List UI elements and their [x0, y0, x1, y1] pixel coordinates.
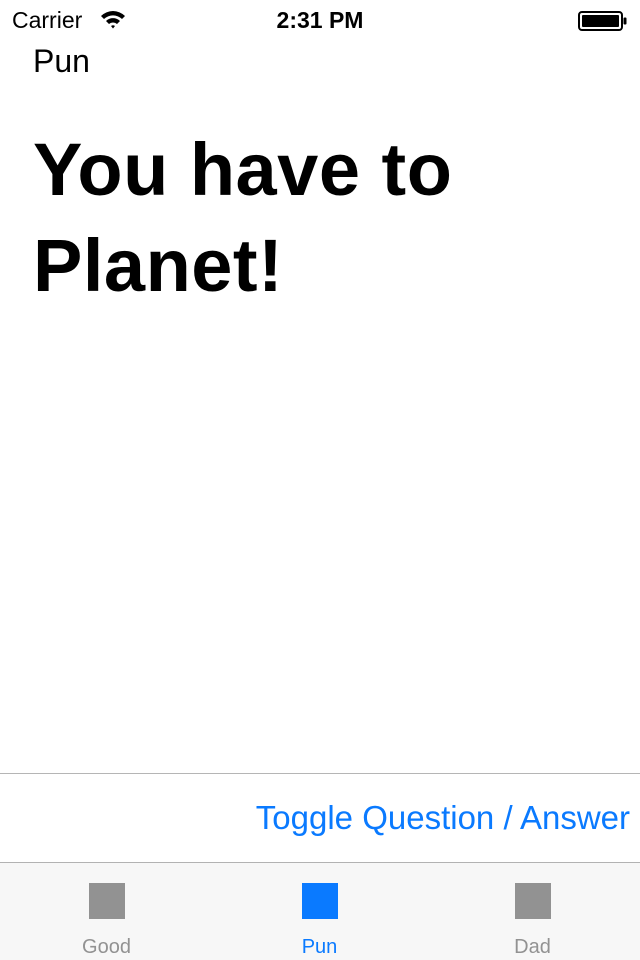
status-time: 2:31 PM: [276, 7, 364, 33]
tab-good[interactable]: Good: [0, 863, 213, 960]
status-bar: Carrier 2:31 PM: [0, 0, 640, 40]
battery-icon: [578, 11, 627, 31]
toggle-area: Toggle Question / Answer: [0, 773, 640, 862]
square-icon: [301, 883, 338, 919]
tab-bar: Good Pun Dad: [0, 862, 640, 960]
app-screen: Carrier 2:31 PM Pun You have to Planet! …: [0, 0, 640, 960]
joke-text: You have to Planet!: [33, 128, 453, 307]
tab-dad[interactable]: Dad: [426, 863, 639, 960]
category-title: Pun: [33, 43, 90, 79]
square-icon: [88, 883, 125, 919]
tab-label: Pun: [301, 936, 338, 958]
toggle-question-answer-button[interactable]: Toggle Question / Answer: [256, 796, 630, 840]
tab-label: Good: [82, 936, 131, 958]
tab-pun[interactable]: Pun: [213, 863, 426, 960]
tab-label: Dad: [514, 936, 551, 958]
square-icon: [514, 883, 551, 919]
